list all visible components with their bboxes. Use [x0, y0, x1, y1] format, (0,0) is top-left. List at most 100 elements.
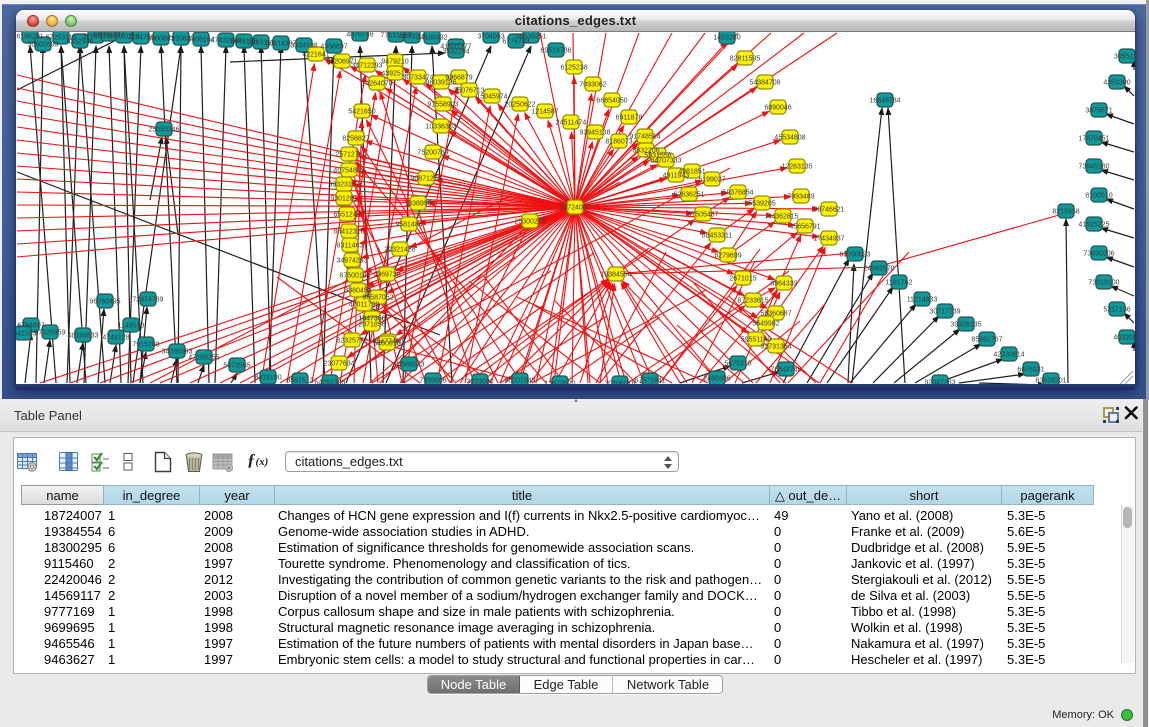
svg-text:3384938: 3384938: [290, 43, 317, 50]
svg-text:9301281: 9301281: [330, 196, 357, 203]
svg-text:20250622: 20250622: [504, 102, 535, 109]
svg-text:3532294: 3532294: [442, 49, 469, 56]
svg-text:16648784: 16648784: [869, 98, 900, 105]
svg-text:3380453: 3380453: [344, 288, 371, 295]
svg-text:2071856: 2071856: [358, 322, 385, 329]
svg-text:64707333: 64707333: [650, 158, 681, 165]
svg-text:7993489: 7993489: [787, 194, 814, 201]
svg-text:50602693: 50602693: [27, 42, 58, 49]
svg-text:90871278: 90871278: [410, 176, 441, 183]
svg-text:8258827: 8258827: [342, 136, 369, 143]
svg-text:6551244: 6551244: [333, 212, 360, 219]
svg-text:92047283: 92047283: [924, 380, 955, 385]
svg-text:91558903: 91558903: [427, 102, 458, 109]
svg-text:5421650: 5421650: [348, 109, 375, 116]
svg-text:83628201: 83628201: [1035, 378, 1066, 385]
svg-text:5317136: 5317136: [1103, 307, 1130, 314]
svg-text:3704063: 3704063: [477, 34, 504, 41]
svg-text:7915288: 7915288: [132, 342, 159, 349]
svg-text:47189255: 47189255: [188, 355, 219, 362]
svg-text:72474789: 72474789: [132, 297, 163, 304]
svg-text:6911878: 6911878: [616, 115, 643, 122]
svg-text:4748128: 4748128: [102, 335, 129, 342]
svg-text:6125238: 6125238: [560, 65, 587, 72]
svg-text:7093062: 7093062: [579, 82, 606, 89]
svg-text:39323157: 39323157: [328, 182, 359, 189]
svg-text:1214587: 1214587: [531, 109, 558, 116]
svg-text:25053346: 25053346: [148, 127, 179, 134]
svg-text:67329959: 67329959: [34, 330, 65, 337]
svg-text:94188492: 94188492: [416, 35, 447, 42]
svg-text:18724007: 18724007: [559, 205, 590, 212]
svg-text:41925225: 41925225: [1078, 222, 1109, 229]
svg-text:76842746: 76842746: [770, 367, 801, 374]
svg-text:6784607: 6784607: [17, 323, 44, 330]
svg-text:6198291: 6198291: [16, 34, 43, 41]
svg-text:6279899: 6279899: [714, 253, 741, 260]
svg-text:3203090: 3203090: [466, 379, 493, 385]
svg-text:8419100: 8419100: [254, 375, 281, 382]
svg-text:2460396: 2460396: [703, 376, 730, 383]
svg-text:34712293: 34712293: [351, 63, 382, 70]
svg-text:2671015: 2671015: [729, 276, 756, 283]
svg-text:93945138: 93945138: [579, 130, 610, 137]
svg-text:5675318: 5675318: [724, 361, 751, 368]
svg-text:40754803: 40754803: [333, 168, 364, 175]
svg-text:85961767: 85961767: [971, 337, 1002, 344]
svg-text:9581484: 9581484: [395, 222, 422, 229]
svg-text:34974293: 34974293: [336, 258, 367, 265]
svg-text:65700023: 65700023: [839, 252, 870, 259]
svg-text:62636251: 62636251: [673, 192, 704, 199]
svg-text:45656791: 45656791: [789, 224, 820, 231]
svg-text:1149538: 1149538: [118, 323, 145, 330]
svg-text:8311463: 8311463: [337, 243, 364, 250]
svg-text:15045974: 15045974: [476, 94, 507, 101]
svg-text:30717739: 30717739: [929, 309, 960, 316]
svg-text:30106018: 30106018: [604, 381, 635, 385]
svg-text:4369738: 4369738: [373, 272, 400, 279]
svg-text:44362815: 44362815: [767, 214, 798, 221]
svg-text:95587052: 95587052: [362, 295, 393, 302]
svg-text:23077634: 23077634: [323, 361, 354, 368]
svg-text:9966879: 9966879: [445, 75, 472, 82]
svg-text:42330814: 42330814: [993, 352, 1024, 359]
svg-text:73945180: 73945180: [1078, 164, 1109, 171]
svg-text:5539205: 5539205: [748, 201, 775, 208]
svg-text:24511474: 24511474: [556, 120, 587, 127]
svg-text:4981851: 4981851: [678, 169, 705, 176]
svg-text:6676331: 6676331: [1017, 367, 1044, 374]
svg-text:67505487: 67505487: [687, 212, 718, 219]
svg-text:25300275: 25300275: [514, 219, 545, 226]
svg-text:5400818: 5400818: [373, 341, 400, 348]
svg-text:24982570: 24982570: [863, 266, 894, 273]
svg-text:1453260: 1453260: [713, 35, 740, 42]
svg-text:87233615: 87233615: [737, 298, 768, 305]
svg-text:62325772: 62325772: [336, 338, 367, 345]
svg-text:86412310: 86412310: [333, 229, 364, 236]
svg-text:3875571: 3875571: [1085, 108, 1112, 115]
svg-text:4358897: 4358897: [320, 44, 347, 51]
svg-text:87500184: 87500184: [339, 273, 370, 280]
svg-text:99746621: 99746621: [813, 207, 844, 214]
svg-text:82811595: 82811595: [730, 56, 761, 63]
svg-text:8964339: 8964339: [770, 281, 797, 288]
svg-text:69524786: 69524786: [540, 48, 571, 55]
svg-text:36539251: 36539251: [515, 34, 546, 41]
svg-text:39926135: 39926135: [950, 322, 981, 329]
svg-text:59360687: 59360687: [760, 311, 791, 318]
svg-text:3055111: 3055111: [1114, 54, 1135, 61]
svg-text:4353300: 4353300: [1103, 80, 1130, 87]
svg-text:92731354: 92731354: [760, 344, 791, 351]
svg-text:73490206: 73490206: [1083, 251, 1114, 258]
svg-text:1338995: 1338995: [404, 201, 431, 208]
svg-text:4070746: 4070746: [346, 32, 373, 39]
svg-text:59376854: 59376854: [722, 190, 753, 197]
svg-text:67571841: 67571841: [634, 378, 665, 385]
svg-text:59551140: 59551140: [741, 337, 772, 344]
svg-text:4032058: 4032058: [1113, 335, 1135, 342]
svg-text:64251303: 64251303: [314, 380, 345, 385]
svg-text:6199027: 6199027: [698, 177, 725, 184]
svg-text:1181762: 1181762: [886, 280, 913, 287]
svg-text:13679520: 13679520: [544, 381, 575, 385]
svg-text:88453311: 88453311: [702, 233, 733, 240]
